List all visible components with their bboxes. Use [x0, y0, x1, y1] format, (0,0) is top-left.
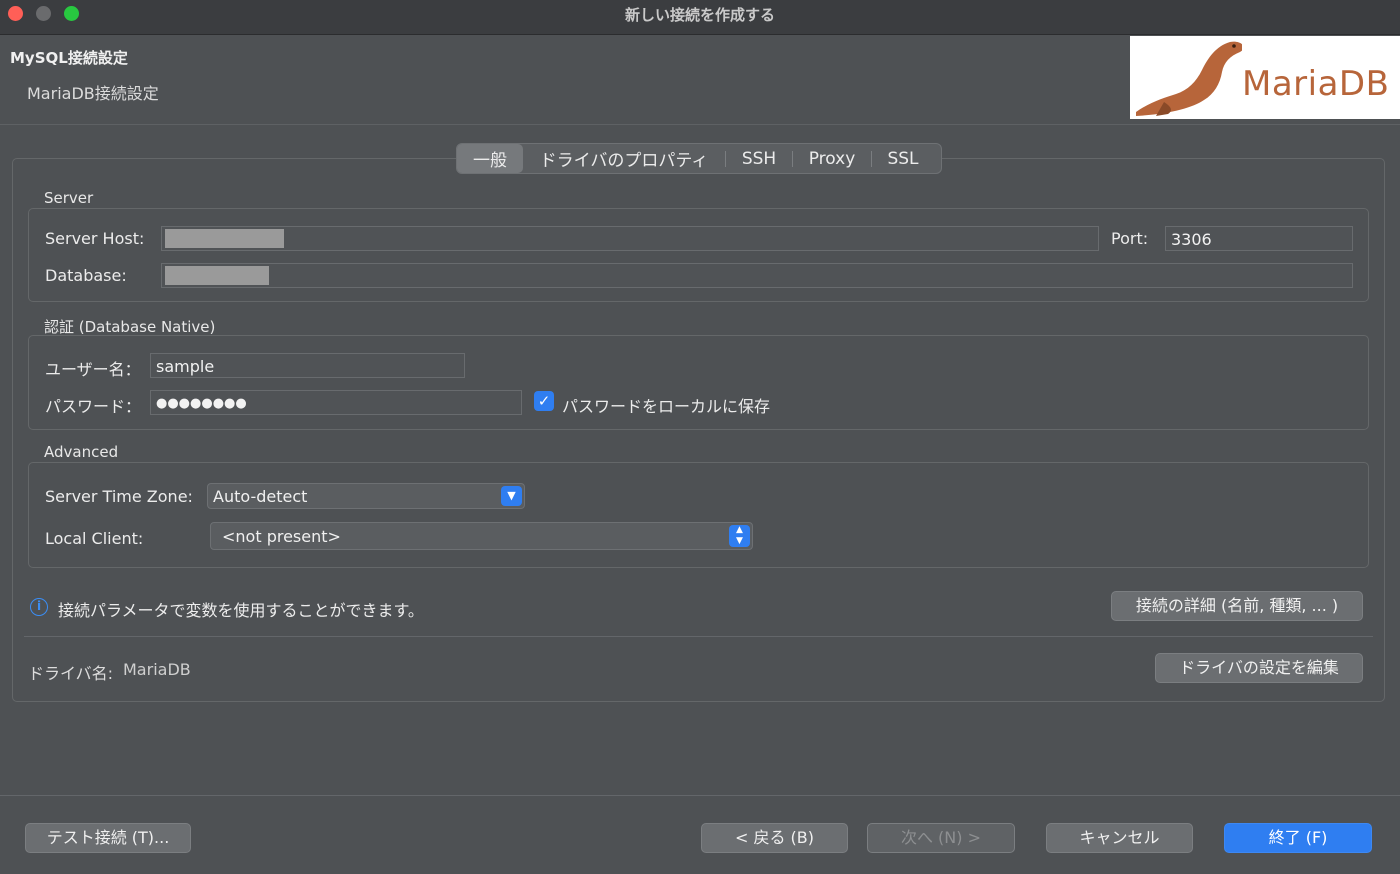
save-password-checkbox[interactable]: ✓	[534, 391, 554, 411]
tab-ssl[interactable]: SSL	[872, 144, 934, 173]
title-bar: 新しい接続を作成する	[0, 0, 1400, 35]
password-label: パスワード：	[45, 397, 142, 416]
finish-button[interactable]: 終了 (F)	[1224, 823, 1372, 853]
driver-name-value: MariaDB	[123, 660, 191, 679]
tab-general[interactable]: 一般	[457, 144, 523, 173]
server-section-label: Server	[44, 189, 94, 207]
next-button[interactable]: 次へ (N) >	[867, 823, 1015, 853]
port-label: Port:	[1111, 229, 1149, 248]
advanced-group	[28, 462, 1369, 568]
port-input[interactable]: 3306	[1165, 226, 1353, 251]
sea-lion-icon	[1136, 41, 1244, 117]
username-label: ユーザー名：	[45, 360, 141, 379]
redacted-host	[165, 229, 284, 248]
server-host-input[interactable]	[161, 226, 1099, 251]
back-button[interactable]: < 戻る (B)	[701, 823, 848, 853]
page-subtitle: MariaDB接続設定	[27, 84, 159, 103]
timezone-label: Server Time Zone:	[45, 487, 193, 506]
password-input[interactable]: ●●●●●●●●	[150, 390, 522, 415]
connection-details-button[interactable]: 接続の詳細 (名前, 種類, ... )	[1111, 591, 1363, 621]
local-client-label: Local Client:	[45, 529, 144, 548]
save-password-label: パスワードをローカルに保存	[562, 397, 771, 416]
cancel-button[interactable]: キャンセル	[1046, 823, 1193, 853]
edit-driver-settings-button[interactable]: ドライバの設定を編集	[1155, 653, 1363, 683]
logo-text: MariaDB	[1242, 64, 1390, 104]
chevron-down-icon: ▼	[501, 486, 522, 506]
info-text: 接続パラメータで変数を使用することができます。	[58, 601, 424, 620]
local-client-value: <not present>	[222, 527, 341, 546]
chevron-up-down-icon: ▲ ▼	[729, 525, 750, 547]
divider	[24, 636, 1373, 637]
local-client-select[interactable]: <not present> ▲ ▼	[210, 522, 753, 550]
driver-name-label: ドライバ名:	[28, 664, 114, 683]
page-title: MySQL接続設定	[10, 49, 128, 67]
tab-ssh[interactable]: SSH	[726, 144, 792, 173]
advanced-section-label: Advanced	[44, 443, 119, 461]
timezone-value: Auto-detect	[213, 487, 308, 506]
info-icon: i	[30, 598, 48, 616]
username-input[interactable]: sample	[150, 353, 465, 378]
database-label: Database:	[45, 266, 127, 285]
database-input[interactable]	[161, 263, 1353, 288]
timezone-select[interactable]: Auto-detect ▼	[207, 483, 525, 509]
tab-bar: 一般 ドライバのプロパティ SSH Proxy SSL	[456, 143, 942, 174]
redacted-database	[165, 266, 269, 285]
window-title: 新しい接続を作成する	[624, 6, 775, 24]
tab-proxy[interactable]: Proxy	[793, 144, 871, 173]
mariadb-logo: MariaDB	[1130, 36, 1400, 119]
test-connection-button[interactable]: テスト接続 (T)...	[25, 823, 191, 853]
footer-divider	[0, 795, 1400, 796]
server-host-label: Server Host:	[45, 229, 145, 248]
tab-driver-properties[interactable]: ドライバのプロパティ	[523, 144, 725, 173]
auth-section-label: 認証 (Database Native)	[44, 318, 216, 336]
